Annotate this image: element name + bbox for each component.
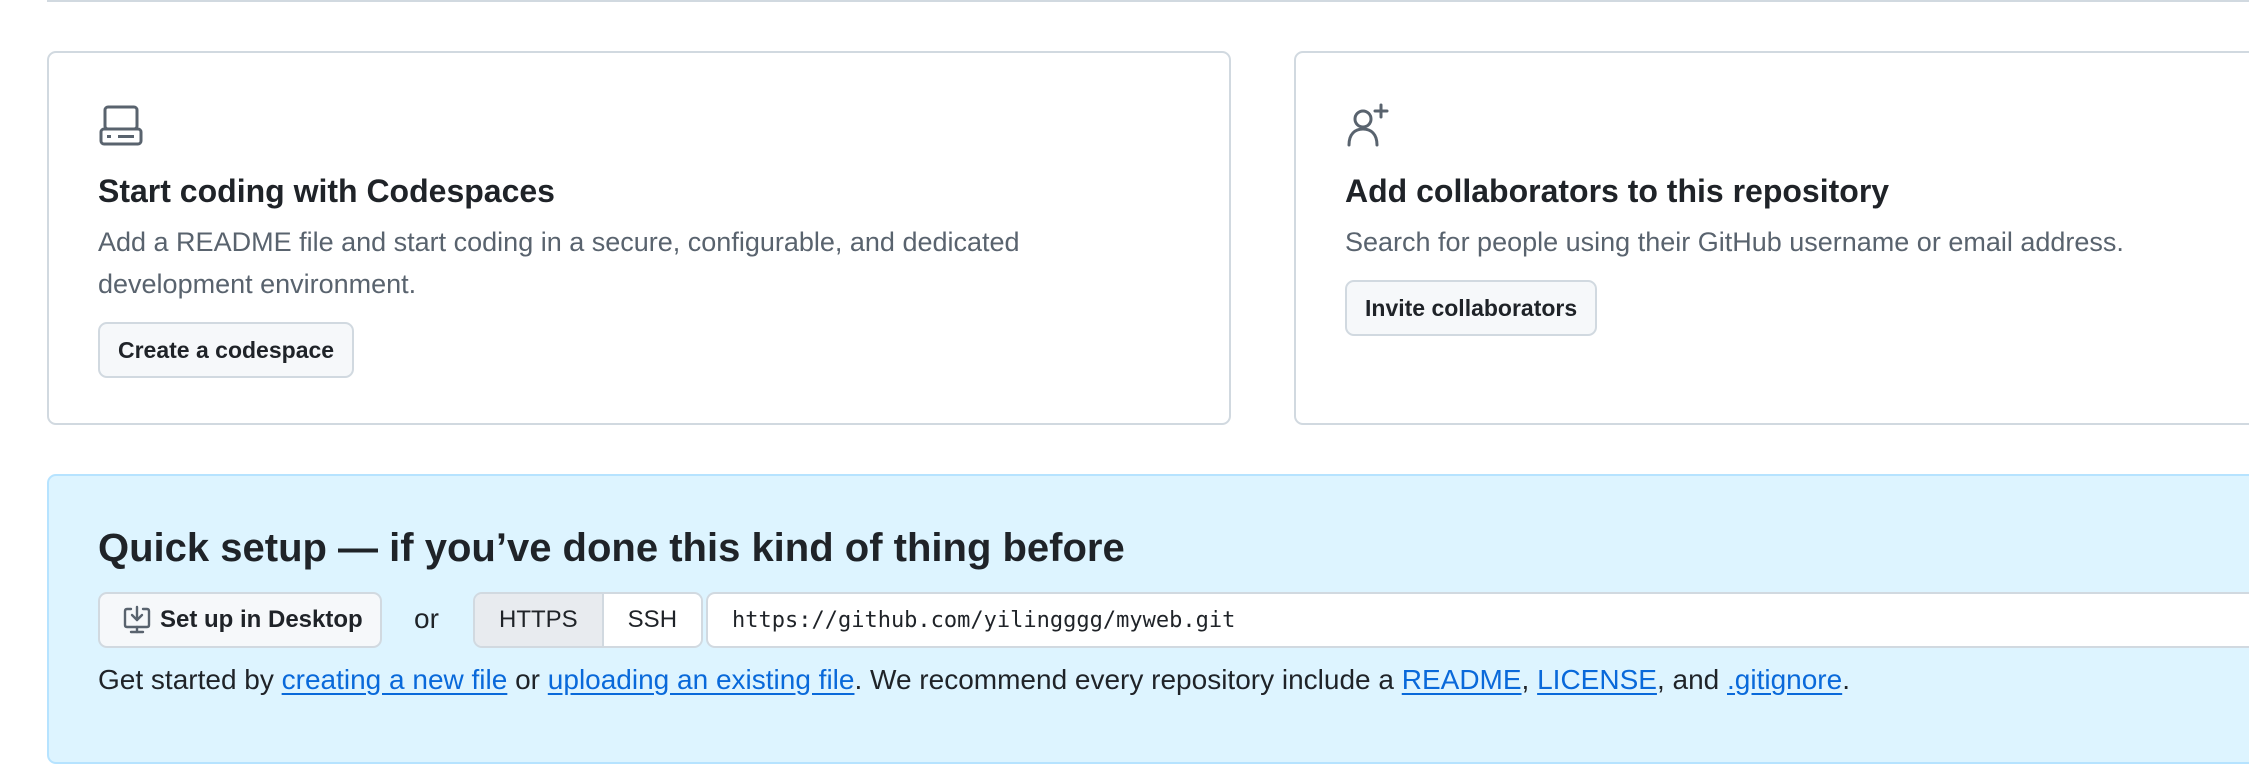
create-codespace-button[interactable]: Create a codespace	[98, 322, 355, 378]
setup-in-desktop-label: Set up in Desktop	[160, 606, 363, 633]
gitignore-link[interactable]: .gitignore	[1727, 664, 1842, 695]
or-label: or	[414, 603, 439, 634]
quick-setup-title: Quick setup — if you’ve done this kind o…	[98, 526, 1125, 570]
clone-url-input[interactable]	[706, 592, 2249, 648]
setup-in-desktop-button[interactable]: Set up in Desktop	[98, 592, 382, 648]
https-tab[interactable]: HTTPS	[475, 594, 602, 646]
collaborators-title: Add collaborators to this repository	[1345, 173, 1890, 209]
creating-new-file-link[interactable]: creating a new file	[282, 664, 508, 695]
invite-collaborators-button[interactable]: Invite collaborators	[1345, 280, 1598, 336]
codespaces-card: Start coding with Codespaces Add a READM…	[47, 51, 1231, 425]
codespaces-title: Start coding with Codespaces	[98, 173, 555, 209]
get-started-prefix: Get started by	[98, 664, 282, 695]
get-started-sep2: , and	[1656, 664, 1727, 695]
collaborators-description: Search for people using their GitHub use…	[1345, 227, 2124, 257]
top-divider	[47, 0, 2249, 2]
get-started-text: Get started by creating a new file or up…	[98, 664, 1850, 696]
desktop-download-icon	[123, 605, 151, 634]
get-started-mid2: . We recommend every repository include …	[854, 664, 1402, 695]
device-desktop-icon	[99, 105, 143, 146]
license-link[interactable]: LICENSE	[1537, 664, 1657, 695]
readme-link[interactable]: README	[1402, 664, 1522, 695]
collaborators-card: Add collaborators to this repository Sea…	[1294, 51, 2249, 425]
uploading-existing-file-link[interactable]: uploading an existing file	[548, 664, 855, 695]
protocol-toggle: HTTPS SSH	[473, 592, 704, 648]
quick-setup-panel: Quick setup — if you’ve done this kind o…	[47, 474, 2249, 764]
get-started-sep1: ,	[1521, 664, 1538, 695]
get-started-mid1: or	[507, 664, 548, 695]
person-add-icon	[1347, 103, 1389, 147]
codespaces-description: Add a README file and start coding in a …	[98, 227, 1020, 299]
ssh-tab[interactable]: SSH	[601, 594, 702, 646]
get-started-suffix: .	[1842, 664, 1850, 695]
